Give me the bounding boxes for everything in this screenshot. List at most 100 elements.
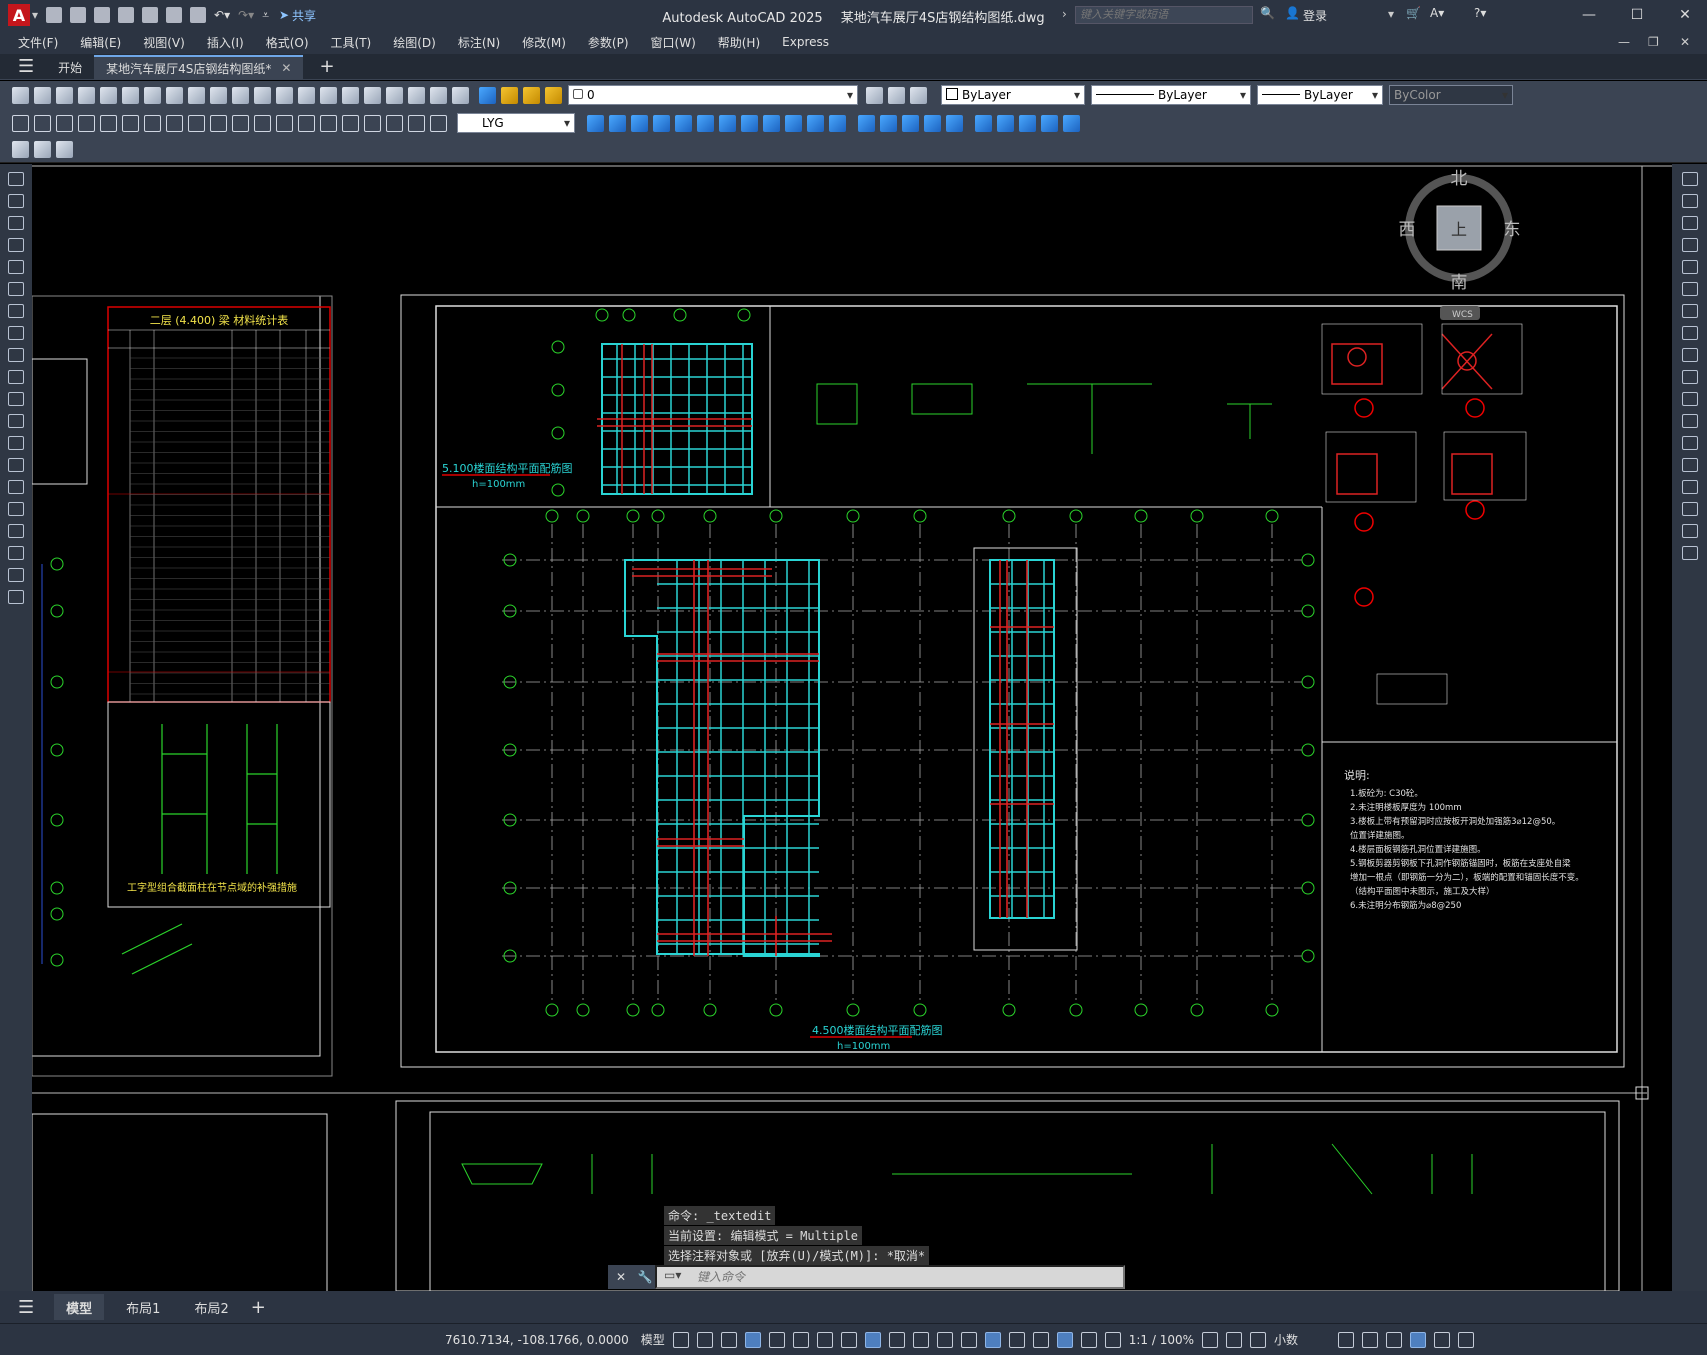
app-menu-chevron-icon[interactable]: ▾ — [32, 8, 38, 22]
search-expand-icon[interactable]: › — [1062, 7, 1067, 21]
extend-tool-icon[interactable] — [1681, 392, 1698, 406]
stretch-tool-icon[interactable] — [1681, 348, 1698, 362]
isolate-objects-icon[interactable] — [1386, 1331, 1403, 1348]
dim-ordinate-icon[interactable] — [78, 114, 95, 132]
scale-tool-icon[interactable] — [1681, 326, 1698, 340]
tab-start[interactable]: 开始 — [46, 55, 94, 79]
compass-east[interactable]: 东 — [1504, 220, 1521, 240]
dim-baseline-icon[interactable] — [210, 114, 227, 132]
redo-icon[interactable]: ↷▾ — [238, 8, 254, 22]
plotstyle-dropdown[interactable]: ByColor — [1389, 85, 1513, 105]
array-tool-icon[interactable] — [1681, 260, 1698, 274]
command-input[interactable] — [655, 1265, 1125, 1289]
dim-arc-icon[interactable] — [56, 114, 73, 132]
add-layout-plus-icon[interactable]: + — [251, 1297, 266, 1318]
mtext-tool-icon[interactable] — [8, 568, 24, 582]
polar-tracking-icon[interactable] — [792, 1331, 809, 1348]
workspace-gear-icon[interactable] — [1202, 1331, 1219, 1348]
view-top-icon[interactable] — [609, 114, 626, 132]
shade-2d-icon[interactable] — [858, 114, 875, 132]
view-nw-iso-icon[interactable] — [785, 114, 802, 132]
dynamic-input-icon[interactable] — [744, 1331, 761, 1348]
dim-edit-icon[interactable] — [386, 114, 403, 132]
view-right-icon[interactable] — [675, 114, 692, 132]
block-close-icon[interactable] — [56, 141, 73, 158]
block-edit-icon[interactable] — [12, 141, 29, 158]
menu-draw[interactable]: 绘图(D) — [389, 34, 440, 51]
3d-osnap-icon[interactable] — [960, 1331, 977, 1348]
move-tool-icon[interactable] — [1681, 282, 1698, 296]
menu-dimension[interactable]: 标注(N) — [454, 34, 504, 51]
dim-radius-icon[interactable] — [100, 114, 117, 132]
model-space-toggle[interactable]: 模型 — [641, 1331, 665, 1348]
erase-tool-icon[interactable] — [1681, 172, 1698, 186]
clean-screen-icon[interactable] — [1434, 1331, 1451, 1348]
object-snap-icon[interactable] — [864, 1331, 881, 1348]
menu-parameters[interactable]: 参数(P) — [584, 34, 633, 51]
dim-update-icon[interactable] — [430, 114, 447, 132]
menu-format[interactable]: 格式(O) — [262, 34, 313, 51]
region-tool-icon[interactable] — [8, 524, 24, 538]
auto-scale-icon[interactable] — [1080, 1331, 1097, 1348]
join-tool-icon[interactable] — [1681, 458, 1698, 472]
tab-model[interactable]: 模型 — [54, 1294, 105, 1320]
dim-diameter-icon[interactable] — [144, 114, 161, 132]
menu-help[interactable]: 帮助(H) — [714, 34, 764, 51]
ucs-object-icon[interactable] — [1063, 114, 1080, 132]
infer-constraints-icon[interactable] — [720, 1331, 737, 1348]
insert-block-icon[interactable] — [8, 414, 24, 428]
properties-icon[interactable] — [364, 86, 381, 104]
menu-tools[interactable]: 工具(T) — [327, 34, 376, 51]
chamfer-tool-icon[interactable] — [1681, 480, 1698, 494]
zoom-window-icon[interactable] — [320, 86, 337, 104]
block-save-icon[interactable] — [34, 141, 51, 158]
layer-previous-icon[interactable] — [888, 86, 905, 104]
design-center-icon[interactable] — [386, 86, 403, 104]
construction-line-icon[interactable] — [8, 194, 24, 208]
menu-view[interactable]: 视图(V) — [139, 34, 189, 51]
quick-dim-icon[interactable] — [188, 114, 205, 132]
doc-restore-button[interactable]: ❐ — [1648, 35, 1659, 49]
doc-close-button[interactable]: ✕ — [1680, 35, 1690, 49]
dim-continue-icon[interactable] — [232, 114, 249, 132]
open-file-icon[interactable] — [70, 7, 87, 23]
command-customize-icon[interactable]: 🔧 — [638, 1270, 653, 1284]
user-icon[interactable]: 👤 — [1285, 6, 1300, 20]
quick-properties-icon[interactable] — [1338, 1331, 1355, 1348]
plot-icon[interactable] — [190, 7, 207, 23]
save-as-icon[interactable] — [118, 7, 135, 23]
help-tool-icon[interactable] — [452, 86, 469, 104]
dim-angular-icon[interactable] — [166, 114, 183, 132]
annotation-scale-icon[interactable] — [1104, 1331, 1121, 1348]
coordinates-readout[interactable]: 7610.7134, -108.1766, 0.0000 — [445, 1333, 629, 1347]
dim-break-icon[interactable] — [276, 114, 293, 132]
menu-modify[interactable]: 修改(M) — [518, 34, 570, 51]
mirror-tool-icon[interactable] — [1681, 216, 1698, 230]
calculator-icon[interactable] — [430, 86, 447, 104]
ellipse-arc-tool-icon[interactable] — [8, 392, 24, 406]
share-icon[interactable]: ➤ — [279, 8, 289, 22]
tolerance-icon[interactable] — [298, 114, 315, 132]
view-front-icon[interactable] — [587, 114, 604, 132]
ucs-previous-icon[interactable] — [1019, 114, 1036, 132]
viewcube-top-label[interactable]: 上 — [1451, 220, 1467, 239]
search-input[interactable] — [1075, 6, 1253, 24]
quick-access-dropdown-icon[interactable]: ⩡ — [262, 8, 269, 23]
dim-space-icon[interactable] — [254, 114, 271, 132]
pan-icon[interactable] — [276, 86, 293, 104]
grid-icon[interactable] — [672, 1331, 689, 1348]
open-icon[interactable] — [34, 86, 51, 104]
tab-active-drawing[interactable]: 某地汽车展厅4S店钢结构图纸* ✕ — [94, 55, 304, 79]
units-icon[interactable] — [1250, 1331, 1267, 1348]
hamburger-menu-icon[interactable]: ☰ — [18, 56, 34, 77]
customization-icon[interactable] — [1458, 1331, 1475, 1348]
layer-lock-icon[interactable] — [545, 86, 562, 104]
dim-jogged-icon[interactable] — [122, 114, 139, 132]
save-tool-icon[interactable] — [56, 86, 73, 104]
color-dropdown[interactable]: ByLayer — [941, 85, 1085, 105]
transparency-icon[interactable] — [912, 1331, 929, 1348]
save-to-web-icon[interactable] — [166, 7, 183, 23]
menu-file[interactable]: 文件(F) — [14, 34, 62, 51]
snap-icon[interactable] — [696, 1331, 713, 1348]
annotation-monitor-icon[interactable] — [1226, 1331, 1243, 1348]
